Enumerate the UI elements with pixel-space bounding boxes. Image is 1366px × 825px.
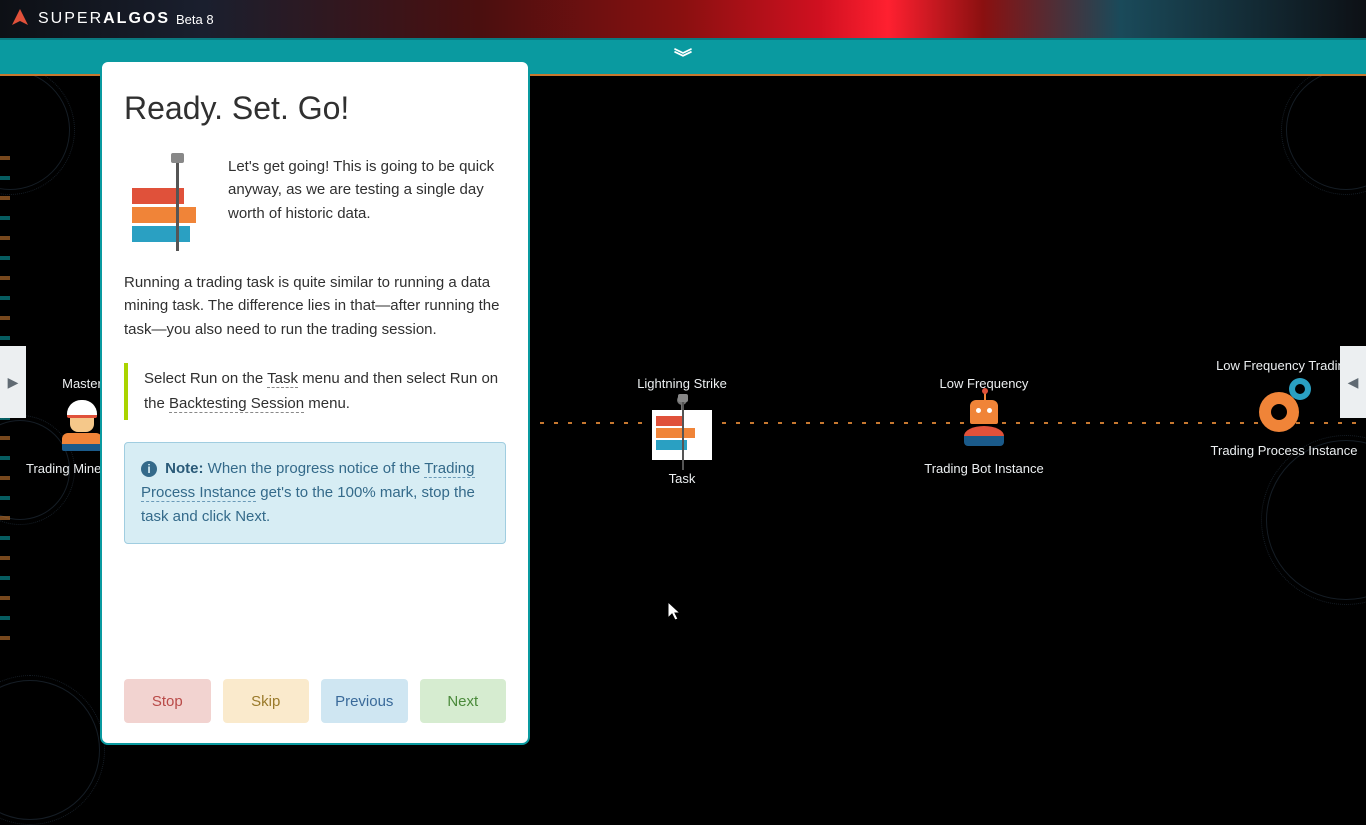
note-text: When the progress notice of the	[204, 460, 425, 477]
panel-title: Ready. Set. Go!	[124, 90, 506, 127]
robot-icon	[954, 395, 1014, 455]
decorative-dial	[1286, 70, 1366, 190]
next-button[interactable]: Next	[420, 679, 507, 723]
node-bottom-label: Trading Bot Instance	[904, 461, 1064, 478]
gear-icon	[1254, 377, 1314, 437]
tutorial-panel: Ready. Set. Go! Let's get going! This is…	[100, 60, 530, 745]
decorative-dial	[1266, 440, 1366, 600]
callout-text: Select Run on the	[144, 370, 267, 387]
chevron-left-icon: ◀	[1348, 374, 1359, 391]
chevron-right-icon: ▶	[8, 374, 19, 391]
decorative-dial	[0, 680, 100, 820]
skip-button[interactable]: Skip	[223, 679, 310, 723]
brand-name: SUPERALGOS	[38, 10, 170, 28]
intro-text: Let's get going! This is going to be qui…	[228, 155, 506, 245]
task-icon	[652, 405, 712, 465]
panel-button-row: Stop Skip Previous Next	[124, 679, 506, 723]
task-icon	[124, 155, 210, 245]
node-lightning-strike-task[interactable]: Lightning Strike Task	[602, 376, 762, 488]
edge-handle-right[interactable]: ◀	[1340, 346, 1366, 418]
callout-text: menu.	[304, 395, 350, 412]
chevron-double-down-icon: ︾	[674, 44, 692, 70]
info-icon: i	[141, 461, 157, 477]
mouse-cursor	[668, 602, 684, 627]
intro-row: Let's get going! This is going to be qui…	[124, 155, 506, 245]
panel-paragraph: Running a trading task is quite similar …	[124, 271, 506, 341]
link-task[interactable]: Task	[267, 370, 298, 388]
node-low-frequency-trading-bot[interactable]: Low Frequency Trading Bot Instance	[904, 376, 1064, 478]
link-backtesting-session[interactable]: Backtesting Session	[169, 395, 304, 413]
decorative-dial	[0, 70, 70, 190]
node-bottom-label: Task	[602, 471, 762, 488]
previous-button[interactable]: Previous	[321, 679, 408, 723]
brand-header: SUPERALGOS Beta 8	[0, 0, 1366, 38]
brand-sub: Beta 8	[176, 12, 214, 27]
stop-button[interactable]: Stop	[124, 679, 211, 723]
panel-note: i Note: When the progress notice of the …	[124, 442, 506, 544]
edge-handle-left[interactable]: ▶	[0, 346, 26, 418]
logo-icon	[8, 7, 32, 31]
panel-callout: Select Run on the Task menu and then sel…	[124, 363, 506, 421]
note-label: Note:	[165, 460, 203, 477]
node-top-label: Lightning Strike	[602, 376, 762, 391]
node-bottom-label: Trading Process Instance	[1204, 443, 1364, 460]
